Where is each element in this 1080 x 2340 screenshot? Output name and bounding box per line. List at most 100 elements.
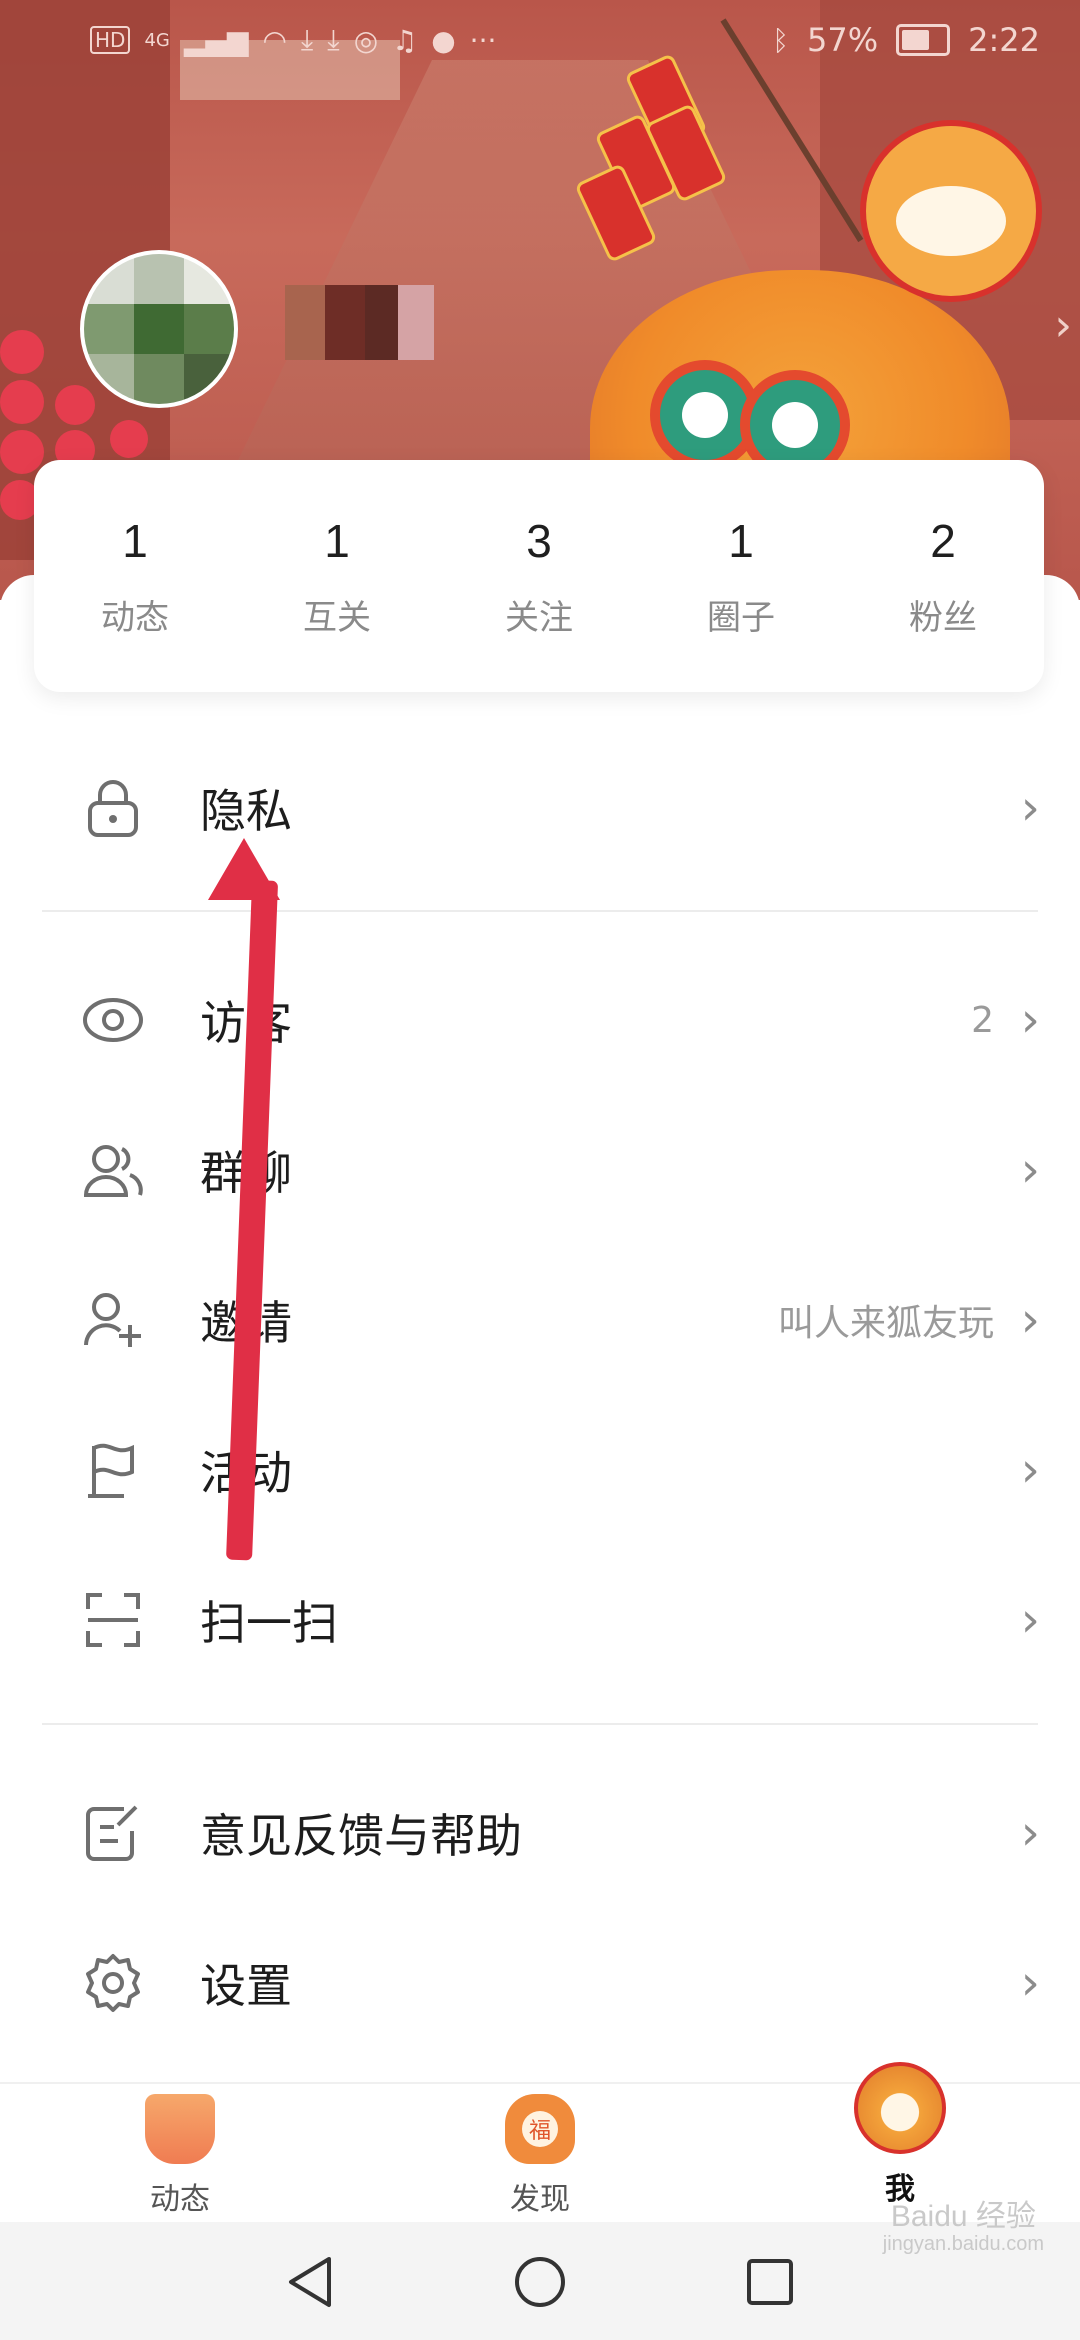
stat-value: 1 [122, 514, 148, 567]
hawthorn-icon [0, 430, 44, 474]
drum-icon [145, 2094, 215, 2164]
chevron-right-icon: › [1020, 1805, 1040, 1861]
divider [42, 910, 1038, 912]
chevron-right-icon: › [1020, 1955, 1040, 2011]
watermark: Baidu 经验 jingyan.baidu.com [883, 2200, 1044, 2255]
menu-item-visitors[interactable]: 访客 2 › [0, 945, 1080, 1095]
chevron-right-icon: › [1020, 1292, 1040, 1348]
stat-value: 1 [324, 514, 350, 567]
status-left-icons: HD 4G ▂▄▆ ◠ ⤓ ⤓ ◎ ♫ ● ··· [90, 23, 496, 57]
stat-posts[interactable]: 1 动态 [45, 514, 225, 639]
flag-icon [82, 1439, 144, 1501]
invite-hint: 叫人来狐友玩 [777, 1303, 994, 1344]
4g-icon: 4G [144, 29, 170, 51]
gear-icon [82, 1952, 144, 2014]
avatar-mosaic [184, 304, 234, 354]
music-icon: ♫ [392, 23, 418, 57]
nickname-mosaic [398, 285, 434, 360]
more-icon: ··· [469, 23, 497, 57]
scan-icon [82, 1589, 144, 1651]
menu-item-feedback[interactable]: 意见反馈与帮助 › [0, 1758, 1080, 1908]
nickname-mosaic [325, 285, 365, 360]
avatar-mosaic [184, 254, 234, 304]
menu-label: 隐私 [200, 784, 292, 838]
status-bar: HD 4G ▂▄▆ ◠ ⤓ ⤓ ◎ ♫ ● ··· ᛒ 57% 2:22 [0, 0, 1080, 80]
hawthorn-icon [110, 420, 148, 458]
stat-mutual[interactable]: 1 互关 [247, 514, 427, 639]
menu-item-scan[interactable]: 扫一扫 › [0, 1545, 1080, 1695]
nfc-icon: ◎ [353, 23, 379, 57]
stat-value: 1 [728, 514, 754, 567]
home-icon[interactable] [500, 2242, 580, 2322]
visitor-count: 2 [971, 999, 994, 1041]
watermark-line1: Baidu 经验 [890, 2200, 1036, 2233]
avatar-mosaic [184, 354, 234, 404]
avatar-mosaic [134, 254, 184, 304]
chevron-right-icon: › [1020, 1142, 1040, 1198]
tiger-head-icon [854, 2062, 946, 2154]
edit-icon [82, 1802, 144, 1864]
menu-item-group-chat[interactable]: 群聊 › [0, 1095, 1080, 1245]
menu-item-privacy[interactable]: 隐私 › [0, 733, 1080, 883]
avatar-mosaic [134, 304, 184, 354]
menu-label: 设置 [200, 1959, 292, 2013]
battery-icon [896, 24, 951, 56]
chevron-right-icon: › [1020, 1442, 1040, 1498]
tiger-cub-illustration [860, 120, 1042, 302]
avatar-mosaic [134, 354, 184, 404]
stats-card: 1 动态 1 互关 3 关注 1 圈子 2 粉丝 [34, 460, 1044, 692]
add-user-icon [82, 1289, 144, 1351]
avatar[interactable] [80, 250, 238, 408]
tab-label: 发现 [510, 2182, 570, 2217]
lucky-bag-badge: 福 [522, 2111, 558, 2147]
stat-label: 关注 [505, 597, 573, 638]
tab-feed[interactable]: 动态 [80, 2094, 280, 2218]
chevron-right-icon: › [1020, 1592, 1040, 1648]
hd-icon: HD [90, 26, 131, 54]
qq-icon: ● [431, 23, 456, 57]
menu-label: 扫一扫 [200, 1596, 338, 1650]
recents-icon[interactable] [730, 2242, 810, 2322]
stat-value: 3 [526, 514, 552, 567]
stat-label: 粉丝 [909, 597, 977, 638]
back-icon[interactable] [270, 2242, 350, 2322]
stat-following[interactable]: 3 关注 [449, 514, 629, 639]
watermark-line2: jingyan.baidu.com [882, 2233, 1044, 2255]
stat-value: 2 [930, 514, 956, 567]
download-icon: ⤓ [300, 23, 314, 56]
nickname-mosaic [285, 285, 325, 360]
clock-time: 2:22 [968, 21, 1040, 59]
lucky-bag-icon: 福 [505, 2094, 575, 2164]
menu-item-activity[interactable]: 活动 › [0, 1395, 1080, 1545]
chevron-right-icon: › [1020, 780, 1040, 836]
menu-label: 意见反馈与帮助 [200, 1809, 522, 1863]
eye-icon [82, 989, 144, 1051]
stat-fans[interactable]: 2 粉丝 [853, 514, 1033, 639]
avatar-mosaic [84, 254, 134, 304]
tiger-cub-face [896, 186, 1006, 256]
tab-discover[interactable]: 福 发现 [440, 2094, 640, 2218]
stat-circles[interactable]: 1 圈子 [651, 514, 831, 639]
wifi-icon: ◠ [262, 23, 287, 57]
lock-icon [82, 777, 144, 839]
tab-label: 动态 [150, 2182, 210, 2217]
tab-me[interactable]: 我 [800, 2062, 1000, 2208]
battery-percent: 57% [807, 21, 879, 59]
annotation-arrow-head [208, 838, 280, 900]
download-icon: ⤓ [327, 23, 340, 56]
divider [42, 1723, 1038, 1725]
menu-item-settings[interactable]: 设置 › [0, 1908, 1080, 2058]
profile-detail-chevron-icon[interactable]: › [1054, 300, 1072, 351]
stat-label: 圈子 [707, 597, 775, 638]
signal-icon: ▂▄▆ [183, 23, 249, 57]
stat-label: 互关 [303, 597, 371, 638]
stat-label: 动态 [101, 597, 169, 638]
hawthorn-icon [0, 330, 44, 374]
chevron-right-icon: › [1020, 992, 1040, 1048]
avatar-mosaic [84, 354, 134, 404]
status-right-icons: ᛒ 57% 2:22 [772, 21, 1040, 59]
hawthorn-icon [0, 380, 44, 424]
menu-item-invite[interactable]: 邀请 叫人来狐友玩 › [0, 1245, 1080, 1395]
group-icon [82, 1139, 144, 1201]
avatar-mosaic [84, 304, 134, 354]
